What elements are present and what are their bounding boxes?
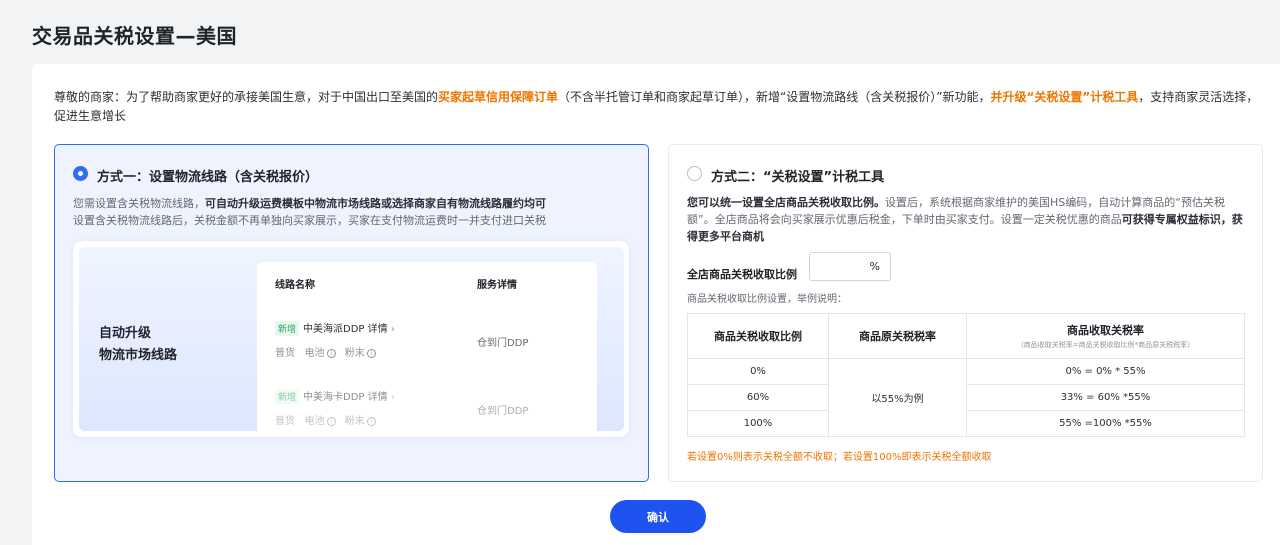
cell-result: 0% = 0% * 55% xyxy=(966,358,1245,385)
merchant-notice: 尊敬的商家：为了帮助商家更好的承接美国生意，对于中国出口至美国的买家起草信用保障… xyxy=(54,88,1269,126)
option2-title: 方式二：“关税设置”计税工具 xyxy=(711,170,885,185)
option1-desc-plain1: 您需设置含关税物流线路， xyxy=(73,197,205,210)
route-service: 仓到门DDP xyxy=(477,338,529,349)
table-row: 60% 33% = 60% *55% xyxy=(687,384,1245,411)
percent-unit: % xyxy=(869,260,880,273)
route-preview: 自动升级 物流市场线路 线路名称 服务详情 新增 中美海派DDP 详情 › 普货 … xyxy=(73,241,629,437)
attr-general: 普货 xyxy=(275,348,295,359)
option1-radio[interactable] xyxy=(73,166,88,181)
route-name[interactable]: 中美海卡DDP 详情 xyxy=(303,392,388,403)
rate-label: 全店商品关税收取比例 xyxy=(687,268,797,281)
option2-desc-bold1: 您可以统一设置全店商品关税收取比例。 xyxy=(687,196,885,209)
info-icon: i xyxy=(326,348,336,358)
header-collected-rate-label: 商品收取关税率 xyxy=(1067,324,1144,337)
notice-text-2: （不含半托管订单和商家起草订单），新增“设置物流路线（含关税报价）”新功能， xyxy=(558,90,991,104)
notice-text-1: 尊敬的商家：为了帮助商家更好的承接美国生意，对于中国出口至美国的 xyxy=(54,90,439,104)
page-title: 交易品关税设置—美国 xyxy=(32,24,237,48)
cell-original-rate: 以55%为例 xyxy=(828,358,967,437)
settings-card: 尊敬的商家：为了帮助商家更好的承接美国生意，对于中国出口至美国的买家起草信用保障… xyxy=(32,64,1280,545)
attr-battery: 电池 xyxy=(304,416,325,427)
option1-desc-plain2: 设置含关税物流线路后，关税金额不再单独向买家展示，买家在支付物流运费时一并支付进… xyxy=(73,214,546,227)
route-preview-bg: 自动升级 物流市场线路 线路名称 服务详情 新增 中美海派DDP 详情 › 普货 … xyxy=(79,247,624,432)
auto-upgrade-label: 自动升级 物流市场线路 xyxy=(99,323,177,367)
chevron-right-icon: › xyxy=(390,324,395,335)
header-original-rate: 商品原关税税率 xyxy=(828,313,967,359)
example-table: 商品关税收取比例 商品原关税税率 商品收取关税率 （商品收取关税率=商品关税收取… xyxy=(687,313,1245,437)
header-collected-rate: 商品收取关税率 （商品收取关税率=商品关税收取比例*商品原关税税率） xyxy=(966,313,1245,359)
route-attributes: 普货 电池 i 粉末 i xyxy=(275,344,382,359)
option2-desc: 您可以统一设置全店商品关税收取比例。设置后，系统根据商家维护的美国HS编码，自动… xyxy=(687,194,1247,245)
notice-highlight-2: 并升级“关税设置”计税工具 xyxy=(990,90,1139,104)
new-tag: 新增 xyxy=(275,389,300,404)
cell-result: 55% =100% *55% xyxy=(966,410,1245,437)
attr-battery: 电池 xyxy=(304,348,325,359)
route-attributes: 普货 电池 i 粉末 i xyxy=(275,412,382,427)
cell-ratio: 100% xyxy=(687,410,829,437)
auto-upgrade-line2: 物流市场线路 xyxy=(99,348,178,363)
table-row: 0% 以55%为例 0% = 0% * 55% xyxy=(687,358,1245,437)
confirm-button[interactable]: 确认 xyxy=(610,500,706,533)
route-col-service: 服务详情 xyxy=(477,280,517,291)
route-row: 新增 中美海卡DDP 详情 › 普货 电池 i 粉末 i 仓到门DDP xyxy=(257,388,597,432)
route-col-name: 线路名称 xyxy=(275,280,315,291)
option2-card[interactable]: 方式二：“关税设置”计税工具 您可以统一设置全店商品关税收取比例。设置后，系统根… xyxy=(668,144,1263,482)
cell-result: 33% = 60% *55% xyxy=(966,384,1245,411)
table-row: 100% 55% =100% *55% xyxy=(687,410,1245,437)
route-table: 线路名称 服务详情 新增 中美海派DDP 详情 › 普货 电池 i 粉末 i 仓到门D… xyxy=(257,262,597,432)
new-tag: 新增 xyxy=(275,321,300,336)
option1-desc: 您需设置含关税物流线路，可自动升级运费模板中物流市场线路或选择商家自有物流线路履… xyxy=(73,195,633,229)
example-label: 商品关税收取比例设置，举例说明： xyxy=(687,294,847,305)
cell-ratio: 60% xyxy=(687,384,829,411)
header-formula: （商品收取关税率=商品关税收取比例*商品原关税税率） xyxy=(1016,341,1195,349)
rate-input-box[interactable]: % xyxy=(809,252,891,281)
notice-highlight-1: 买家起草信用保障订单 xyxy=(438,90,559,104)
option1-card[interactable]: 方式一：设置物流线路（含关税报价） 您需设置含关税物流线路，可自动升级运费模板中… xyxy=(54,144,649,482)
tax-rate-input[interactable] xyxy=(816,253,876,280)
option1-desc-bold: 可自动升级运费模板中物流市场线路或选择商家自有物流线路履约均可 xyxy=(205,197,546,210)
table-header-row: 商品关税收取比例 商品原关税税率 商品收取关税率 （商品收取关税率=商品关税收取… xyxy=(687,313,1245,359)
route-row: 新增 中美海派DDP 详情 › 普货 电池 i 粉末 i 仓到门DDP xyxy=(257,320,597,364)
info-icon: i xyxy=(366,416,376,426)
chevron-right-icon: › xyxy=(390,392,395,403)
option2-radio[interactable] xyxy=(687,166,702,181)
info-icon: i xyxy=(326,416,336,426)
auto-upgrade-line1: 自动升级 xyxy=(99,326,152,341)
route-service: 仓到门DDP xyxy=(477,406,529,417)
cell-ratio: 0% xyxy=(687,358,829,385)
attr-powder: 粉末 xyxy=(344,416,365,427)
attr-general: 普货 xyxy=(275,416,295,427)
header-ratio: 商品关税收取比例 xyxy=(687,313,829,359)
warning-text: 若设置0%则表示关税全额不收取；若设置100%即表示关税全额收取 xyxy=(687,452,992,463)
attr-powder: 粉末 xyxy=(344,348,365,359)
info-icon: i xyxy=(366,348,376,358)
route-name[interactable]: 中美海派DDP 详情 xyxy=(303,324,388,335)
option1-title: 方式一：设置物流线路（含关税报价） xyxy=(97,170,319,185)
